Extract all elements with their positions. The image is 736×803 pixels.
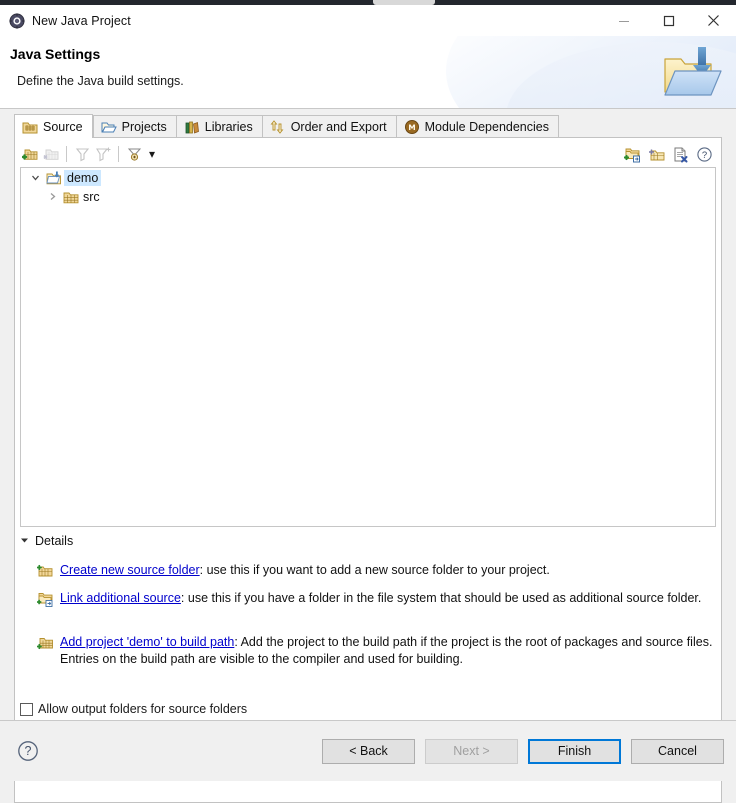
detail-description: : use this if you want to add a new sour… — [199, 563, 550, 577]
source-tab-panel: ▾ ? demo src Details Create new source f… — [14, 137, 722, 803]
detail-text: Add project 'demo' to build path: Add th… — [60, 634, 722, 668]
svg-text:?: ? — [701, 150, 706, 161]
detail-create-source-folder: Create new source folder: use this if yo… — [36, 562, 722, 579]
allow-output-folders-label: Allow output folders for source folders — [38, 702, 248, 716]
projects-folder-icon — [101, 119, 117, 135]
link-additional-source-link[interactable]: Link additional source — [60, 591, 181, 605]
eclipse-wizard-icon — [9, 12, 25, 29]
next-button: Next > — [425, 738, 518, 764]
allow-output-folders-row[interactable]: Allow output folders for source folders — [20, 702, 247, 716]
details-label: Details — [35, 534, 74, 548]
tree-item-label: src — [83, 189, 100, 204]
java-project-icon — [46, 170, 62, 186]
link-additional-source-icon — [36, 591, 53, 607]
tab-label: Module Dependencies — [424, 120, 549, 134]
minimize-button[interactable] — [601, 5, 646, 36]
remove-entry-icon[interactable] — [670, 144, 690, 164]
detail-text: Link additional source: use this if you … — [60, 590, 722, 607]
detail-add-to-build-path: Add project 'demo' to build path: Add th… — [36, 634, 722, 668]
help-icon[interactable]: ? — [694, 144, 714, 164]
chevron-down-icon[interactable] — [29, 171, 42, 184]
wizard-banner: Java Settings Define the Java build sett… — [0, 36, 736, 109]
help-circle-icon[interactable]: ? — [17, 740, 39, 762]
svg-text:?: ? — [25, 744, 32, 758]
detail-text: Create new source folder: use this if yo… — [60, 562, 722, 579]
tab-label: Projects — [121, 120, 167, 134]
tab-source[interactable]: Source — [14, 114, 93, 138]
java-project-folder-icon — [662, 45, 724, 101]
tree-item-label: demo — [64, 169, 102, 186]
window-title: New Java Project — [32, 13, 131, 28]
tree-toolbar-right-group: ? — [622, 144, 716, 164]
source-folder-icon — [63, 189, 79, 205]
tab-projects[interactable]: Projects — [92, 115, 176, 138]
back-button[interactable]: < Back — [322, 738, 415, 764]
detail-link-additional-source: Link additional source: use this if you … — [36, 590, 722, 607]
order-export-arrows-icon — [270, 119, 286, 135]
tree-item-demo[interactable]: demo — [21, 168, 715, 187]
tab-label: Order and Export — [290, 120, 387, 134]
detail-description: : use this if you have a folder in the f… — [180, 591, 702, 605]
remove-source-folder-icon[interactable] — [41, 144, 61, 164]
tab-strip: Source Projects Libraries Order and Expo… — [14, 114, 722, 138]
create-source-folder-icon — [36, 563, 53, 579]
chevron-down-icon[interactable] — [20, 536, 29, 547]
create-new-source-folder-link[interactable]: Create new source folder — [60, 563, 200, 577]
finish-button[interactable]: Finish — [528, 738, 621, 764]
title-bar: New Java Project — [0, 5, 736, 36]
module-dependencies-icon — [404, 119, 420, 135]
source-folder-icon — [22, 119, 38, 135]
tab-label: Libraries — [204, 120, 253, 134]
add-folder-icon[interactable] — [622, 144, 642, 164]
window-controls — [601, 5, 736, 36]
cancel-button[interactable]: Cancel — [631, 738, 724, 764]
tree-toolbar-left-group: ▾ — [20, 144, 159, 164]
dialog-body: Source Projects Libraries Order and Expo… — [0, 109, 736, 803]
tree-item-src[interactable]: src — [21, 187, 715, 206]
close-button[interactable] — [691, 5, 736, 36]
tree-toolbar: ▾ ? — [20, 143, 716, 165]
source-folders-tree[interactable]: demo src — [20, 167, 716, 527]
toolbar-separator — [118, 146, 119, 162]
maximize-button[interactable] — [646, 5, 691, 36]
add-source-folder-icon[interactable] — [20, 144, 40, 164]
toolbar-separator — [66, 146, 67, 162]
chevron-down-icon[interactable]: ▾ — [145, 144, 159, 164]
allow-output-folders-checkbox[interactable] — [20, 702, 33, 716]
tab-module-dependencies[interactable]: Module Dependencies — [395, 115, 559, 138]
new-java-project-dialog: New Java Project Java Settings Define th… — [0, 0, 736, 803]
footer-button-group: < Back Next > Finish Cancel — [322, 738, 724, 764]
tab-order-and-export[interactable]: Order and Export — [261, 115, 396, 138]
page-subtitle: Define the Java build settings. — [17, 74, 184, 88]
add-project-to-build-path-link[interactable]: Add project 'demo' to build path — [60, 635, 234, 649]
configure-filters-icon[interactable] — [124, 144, 144, 164]
link-source-icon[interactable] — [646, 144, 666, 164]
details-section-header[interactable]: Details — [20, 534, 73, 548]
chevron-right-icon[interactable] — [46, 190, 59, 203]
add-to-build-path-icon — [36, 635, 53, 651]
dialog-footer: ? < Back Next > Finish Cancel — [0, 721, 736, 781]
page-title: Java Settings — [10, 46, 101, 62]
add-filter-icon[interactable] — [93, 144, 113, 164]
collapse-filter-icon[interactable] — [72, 144, 92, 164]
libraries-books-icon — [184, 119, 200, 135]
tab-libraries[interactable]: Libraries — [175, 115, 262, 138]
tab-label: Source — [43, 119, 83, 134]
